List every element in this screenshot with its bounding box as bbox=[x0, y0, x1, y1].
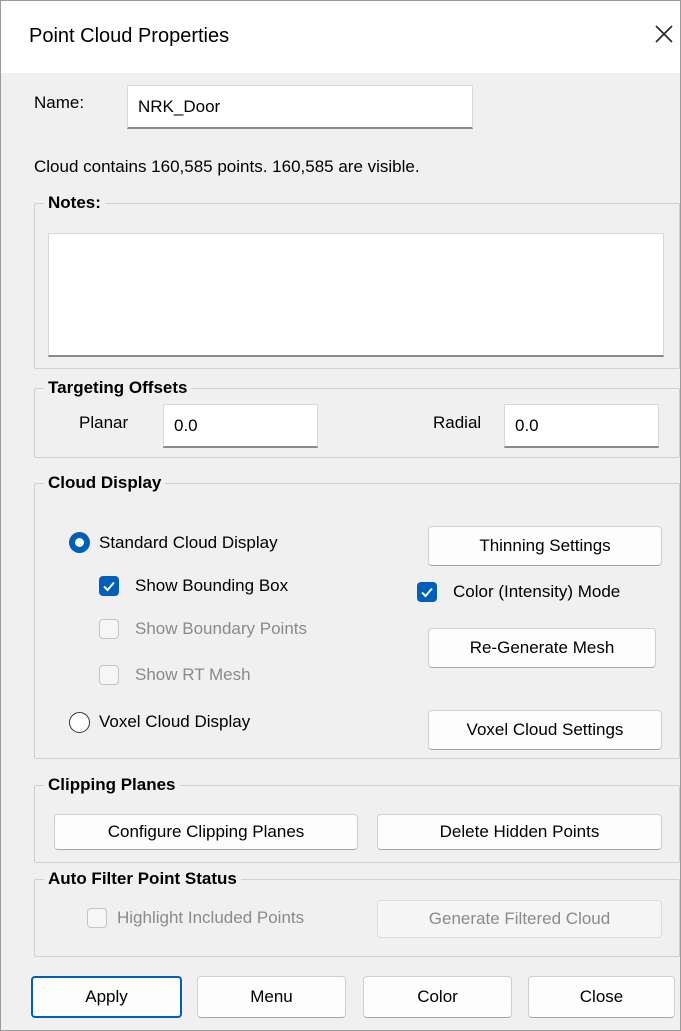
name-field[interactable]: NRK_Door bbox=[127, 85, 473, 129]
standard-cloud-display-label[interactable]: Standard Cloud Display bbox=[99, 533, 278, 553]
color-button[interactable]: Color bbox=[363, 976, 512, 1018]
checkmark-icon bbox=[421, 587, 433, 598]
auto-filter-title: Auto Filter Point Status bbox=[44, 869, 241, 889]
planar-value: 0.0 bbox=[174, 415, 198, 435]
show-bounding-box-label[interactable]: Show Bounding Box bbox=[135, 576, 288, 596]
radial-label: Radial bbox=[433, 413, 482, 432]
cloud-info-text: Cloud contains 160,585 points. 160,585 a… bbox=[34, 157, 420, 176]
show-bounding-box-checkbox[interactable] bbox=[99, 576, 119, 596]
close-button[interactable]: Close bbox=[528, 976, 675, 1018]
delete-hidden-points-button[interactable]: Delete Hidden Points bbox=[377, 814, 662, 850]
notes-textarea[interactable] bbox=[48, 233, 664, 357]
menu-button[interactable]: Menu bbox=[197, 976, 346, 1018]
highlight-included-points-label: Highlight Included Points bbox=[117, 908, 305, 927]
point-cloud-properties-dialog: Point Cloud Properties Name: NRK_Door Cl… bbox=[0, 0, 681, 1031]
show-boundary-points-label: Show Boundary Points bbox=[135, 619, 307, 638]
voxel-cloud-display-radio[interactable] bbox=[69, 712, 90, 733]
color-intensity-mode-checkbox[interactable] bbox=[417, 582, 437, 602]
voxel-cloud-display-label[interactable]: Voxel Cloud Display bbox=[99, 712, 250, 732]
clipping-planes-title: Clipping Planes bbox=[44, 775, 180, 795]
planar-label: Planar bbox=[79, 413, 129, 432]
voxel-cloud-settings-button[interactable]: Voxel Cloud Settings bbox=[428, 710, 662, 750]
show-boundary-points-checkbox bbox=[99, 619, 119, 639]
notes-title: Notes: bbox=[44, 193, 105, 213]
planar-field[interactable]: 0.0 bbox=[163, 404, 318, 448]
name-label: Name: bbox=[34, 93, 85, 112]
radial-field[interactable]: 0.0 bbox=[504, 404, 659, 448]
standard-cloud-display-radio[interactable] bbox=[69, 532, 90, 553]
cloud-display-title: Cloud Display bbox=[44, 473, 166, 493]
window-title: Point Cloud Properties bbox=[29, 25, 230, 47]
apply-button[interactable]: Apply bbox=[31, 976, 182, 1018]
show-rt-mesh-checkbox bbox=[99, 665, 119, 685]
color-intensity-mode-label[interactable]: Color (Intensity) Mode bbox=[453, 582, 620, 602]
highlight-included-points-checkbox bbox=[87, 908, 107, 928]
thinning-settings-button[interactable]: Thinning Settings bbox=[428, 526, 662, 566]
show-rt-mesh-label: Show RT Mesh bbox=[135, 665, 251, 684]
configure-clipping-planes-button[interactable]: Configure Clipping Planes bbox=[54, 814, 358, 850]
title-bar: Point Cloud Properties bbox=[1, 1, 680, 73]
regenerate-mesh-button[interactable]: Re-Generate Mesh bbox=[428, 628, 656, 668]
targeting-offsets-title: Targeting Offsets bbox=[44, 378, 192, 398]
radial-value: 0.0 bbox=[515, 415, 539, 435]
name-field-value: NRK_Door bbox=[138, 96, 221, 116]
checkmark-icon bbox=[103, 581, 115, 592]
close-icon[interactable] bbox=[649, 19, 679, 49]
generate-filtered-cloud-button: Generate Filtered Cloud bbox=[377, 900, 662, 938]
